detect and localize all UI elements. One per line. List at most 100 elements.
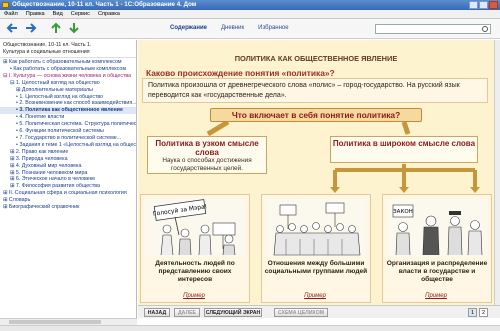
whole-diagram-button[interactable]: СХЕМА ЦЕЛИКОМ	[274, 308, 328, 317]
app-icon	[2, 2, 9, 8]
tree-item-label: Дополнительные материалы	[21, 86, 93, 93]
tree-item-label: Задания к теме 1 «Целостный взгляд на об…	[19, 141, 136, 148]
tree-item[interactable]: • 6. Функции политической системы	[0, 128, 136, 135]
scrollbar-thumb[interactable]	[9, 320, 101, 324]
tree-item-label: 6. Этическое начало в человеке	[15, 176, 96, 183]
breadcrumb-section[interactable]: Культура и социальные отношения	[3, 49, 133, 56]
menu-help[interactable]: Справка	[98, 10, 120, 18]
tree-item-label: 6. Функции политической системы	[19, 128, 104, 135]
tree-item[interactable]: ⊞ II. Социальная сфера и социальная псих…	[0, 190, 136, 197]
minimize-button[interactable]	[469, 1, 478, 9]
tree-item[interactable]: • Как работать с образовательным комплек…	[0, 66, 136, 73]
tree-item-label: Биографический справочник	[8, 204, 80, 211]
menu-service[interactable]: Сервис	[71, 10, 90, 18]
tab-bar: Содержание Дневник Избранное	[170, 25, 289, 31]
sidebar-horizontal-scrollbar[interactable]	[0, 318, 137, 325]
tree-item[interactable]: ⊞ 3. Природа человека	[0, 156, 136, 163]
tree-item-label: 4. Духовный мир человека	[15, 162, 82, 169]
tree-item[interactable]: • 3. Политика как общественное явление	[0, 107, 136, 115]
demonstration-illustration	[266, 199, 366, 257]
back-button[interactable]: НАЗАД	[144, 308, 170, 317]
menu-edit[interactable]: Правка	[26, 10, 45, 18]
back-arrow-icon[interactable]	[6, 22, 18, 34]
breadcrumb-course[interactable]: Обществознание, 10-11 кл. Часть 1.	[3, 42, 133, 49]
tab-contents[interactable]: Содержание	[170, 25, 207, 31]
card-social-groups: Отношения между большими социальными гру…	[261, 194, 371, 303]
tree-item-label: 5. Политическая система. Структура полит…	[19, 121, 136, 128]
tree-item[interactable]: ⊞ 4. Духовный мир человека	[0, 163, 136, 170]
example-link[interactable]: Пример	[383, 293, 489, 299]
tree-item-label: 1. Целостный взгляд на общество	[19, 93, 104, 100]
tree-item[interactable]: ⊞ 6. Этическое начало в человеке	[0, 176, 136, 183]
tree-item[interactable]: ⊞ Как работать с образовательным комплек…	[0, 59, 136, 66]
next-screen-button[interactable]: СЛЕДУЮЩИЙ ЭКРАН	[204, 308, 262, 317]
card-caption: Организация и распределение власти в гос…	[386, 260, 488, 283]
tree-item-label: 7. Государство в политической системе...	[19, 134, 122, 141]
tab-diary[interactable]: Дневник	[221, 25, 244, 31]
page-1-button[interactable]: 1	[468, 308, 477, 317]
card-interests: Голосуй за Мэра! Деятельность людей по п…	[140, 194, 250, 303]
next-button[interactable]: ДАЛЕЕ	[174, 308, 200, 317]
example-link[interactable]: Пример	[141, 293, 247, 299]
bottom-navigation: НАЗАД ДАЛЕЕ СЛЕДУЮЩИЙ ЭКРАН СХЕМА ЦЕЛИКО…	[138, 305, 500, 318]
close-button[interactable]	[489, 1, 498, 9]
tree-item[interactable]: ⊞ Дополнительные материалы	[0, 87, 136, 94]
tree-item-label: 3. Политика как общественное явление	[19, 107, 123, 114]
maximize-button[interactable]	[479, 1, 488, 9]
contents-tree: ⊞ Как работать с образовательным комплек…	[0, 58, 136, 211]
search-input[interactable]	[375, 24, 491, 34]
page-2-button[interactable]: 2	[479, 308, 488, 317]
lesson-panel: ПОЛИТИКА КАК ОБЩЕСТВЕННОЕ ЯВЛЕНИЕ Каково…	[138, 40, 494, 305]
wide-sense-box: Политика в широком смысле слова	[330, 136, 478, 163]
tree-item[interactable]: • 1. Целостный взгляд на общество	[0, 94, 136, 101]
tree-item-label: 1. Целостный взгляд на общество	[15, 79, 100, 86]
tree-item-label: Как работать с образовательным комплексо…	[8, 59, 122, 65]
tab-favorites[interactable]: Избранное	[258, 25, 288, 31]
card-caption: Отношения между большими социальными гру…	[264, 260, 368, 275]
up-arrow-icon[interactable]	[50, 22, 62, 34]
election-rally-illustration: Голосуй за Мэра!	[145, 199, 245, 257]
card-power: ЗАКОН Организация и распределение власти…	[382, 194, 492, 303]
tree-item-label: 2. Право как явление	[15, 148, 69, 155]
search-icon[interactable]	[482, 26, 488, 32]
status-bar	[0, 325, 500, 331]
tree-item[interactable]: ⊞ 7. Философия развития общества	[0, 183, 136, 190]
narrow-sense-box: Политика в узком смысле слова Наука о сп…	[147, 136, 267, 174]
tree-item-label: 5. Познание человеком мира	[15, 169, 88, 176]
narrow-sense-text: Наука о способах достижения государствен…	[162, 157, 252, 172]
tree-item[interactable]: ⊞ 5. Познание человеком мира	[0, 170, 136, 177]
sidebar: Обществознание, 10-11 кл. Часть 1. Культ…	[0, 40, 137, 318]
tree-item[interactable]: ⊟ I. Культура — основа жизни человека и …	[0, 73, 136, 80]
example-link[interactable]: Пример	[262, 293, 368, 299]
state-power-illustration: ЗАКОН	[387, 199, 487, 257]
tree-item-label: 2. Возникновение как способ взаимодейств…	[19, 100, 136, 107]
tree-item[interactable]: • 4. Понятие власти	[0, 114, 136, 121]
card-caption: Деятельность людей по представлению свои…	[155, 260, 235, 283]
tree-item-label: 3. Природа человека	[15, 155, 68, 162]
tree-item-label: I. Культура — основа жизни человека и об…	[8, 72, 132, 79]
tree-item[interactable]: • 2. Возникновение как способ взаимодейс…	[0, 100, 136, 107]
svg-text:ЗАКОН: ЗАКОН	[393, 209, 413, 215]
breadcrumb: Обществознание, 10-11 кл. Часть 1. Культ…	[0, 40, 136, 58]
menu-view[interactable]: Вид	[53, 10, 63, 18]
menu-bar: Файл Правка Вид Сервис Справка	[0, 10, 500, 19]
tree-item[interactable]: ⊞ 2. Право как явление	[0, 149, 136, 156]
window-title: Обществознание, 10-11 кл. Часть 1 - 1С:О…	[12, 1, 197, 8]
tree-item[interactable]: • Задания к теме 1 «Целостный взгляд на …	[0, 142, 136, 149]
menu-file[interactable]: Файл	[4, 10, 18, 18]
content-vertical-scrollbar[interactable]	[494, 40, 500, 305]
tree-item[interactable]: ⊞ Словарь	[0, 197, 136, 204]
tree-item-label: Как работать с образовательным комплексо…	[13, 65, 126, 72]
tree-item-label: II. Социальная сфера и социальная психол…	[8, 190, 127, 197]
tree-item[interactable]: ⊟ 1. Целостный взгляд на общество	[0, 80, 136, 87]
down-arrow-icon[interactable]	[68, 22, 80, 34]
tree-item[interactable]: ⊞ Биографический справочник	[0, 204, 136, 211]
tree-item[interactable]: • 7. Государство в политической системе.…	[0, 135, 136, 142]
toolbar: Содержание Дневник Избранное	[0, 19, 500, 39]
tree-item[interactable]: • 5. Политическая система. Структура пол…	[0, 121, 136, 128]
tree-item-label: Словарь	[8, 197, 31, 204]
forward-arrow-icon[interactable]	[25, 22, 37, 34]
tree-item-label: 4. Понятие власти	[19, 114, 65, 121]
wide-sense-heading: Политика в широком смысле слова	[332, 139, 476, 148]
window-controls	[469, 1, 498, 9]
